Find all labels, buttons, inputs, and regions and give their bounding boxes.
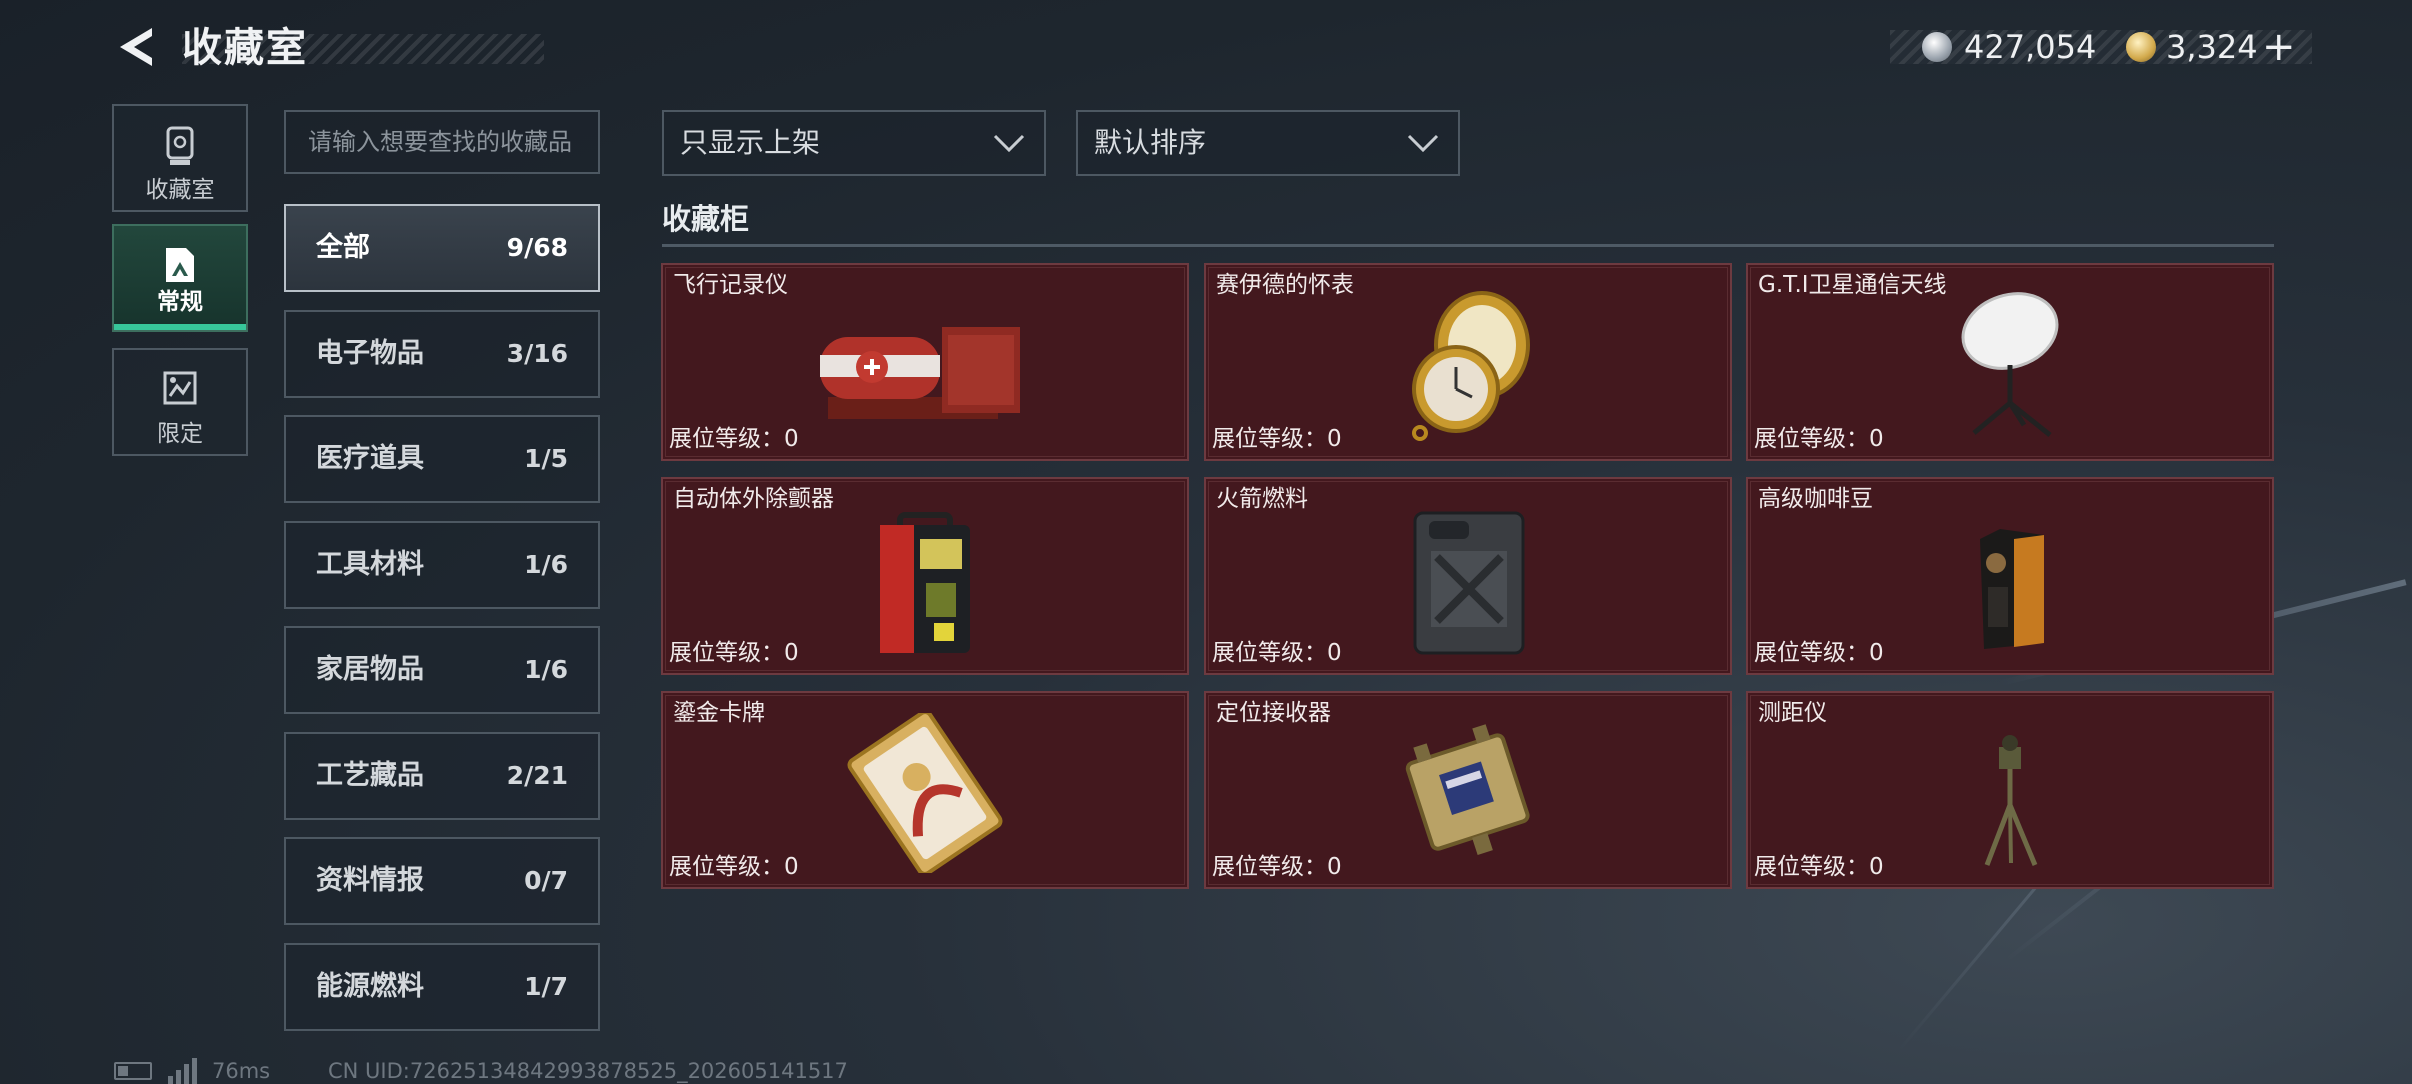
category-all[interactable]: 全部 9/68 bbox=[284, 204, 600, 292]
silver-currency-amount: 427,054 bbox=[1964, 28, 2097, 66]
sort-dropdown[interactable]: 默认排序 bbox=[1076, 110, 1460, 176]
display-level: 展位等级：0 bbox=[669, 640, 799, 666]
category-count: 1/7 bbox=[524, 972, 568, 1001]
display-level: 展位等级：0 bbox=[669, 426, 799, 452]
item-name: 测距仪 bbox=[1758, 700, 1827, 726]
category-name: 家居物品 bbox=[316, 654, 424, 685]
item-name: 飞行记录仪 bbox=[673, 272, 788, 298]
item-card[interactable]: 高级咖啡豆 展位等级：0 bbox=[1746, 477, 2274, 675]
fuel-can-icon bbox=[1413, 511, 1525, 655]
dropdown-value: 只显示上架 bbox=[680, 126, 821, 159]
display-level: 展位等级：0 bbox=[1754, 640, 1884, 666]
category-household[interactable]: 家居物品 1/6 bbox=[284, 626, 600, 714]
category-count: 0/7 bbox=[524, 866, 568, 895]
shelf-filter-dropdown[interactable]: 只显示上架 bbox=[662, 110, 1046, 176]
category-medical[interactable]: 医疗道具 1/5 bbox=[284, 415, 600, 503]
category-count: 1/5 bbox=[524, 444, 568, 473]
active-indicator bbox=[114, 324, 246, 330]
trophy-icon bbox=[166, 126, 194, 165]
category-name: 工艺藏品 bbox=[316, 760, 424, 791]
display-level: 展位等级：0 bbox=[1212, 640, 1342, 666]
item-name: 高级咖啡豆 bbox=[1758, 486, 1873, 512]
image-card-icon bbox=[166, 248, 194, 282]
item-card[interactable]: 飞行记录仪 展位等级：0 bbox=[661, 263, 1189, 461]
display-level: 展位等级：0 bbox=[1212, 426, 1342, 452]
item-card[interactable]: 测距仪 展位等级：0 bbox=[1746, 691, 2274, 889]
nav-limited[interactable]: 限定 bbox=[112, 348, 248, 456]
item-name: G.T.I卫星通信天线 bbox=[1758, 272, 1947, 298]
gps-receiver-icon bbox=[1405, 724, 1530, 856]
ping-readout: 76ms bbox=[212, 1059, 271, 1083]
gold-card-icon bbox=[847, 713, 1003, 873]
dropdown-value: 默认排序 bbox=[1094, 126, 1207, 159]
nav-label: 常规 bbox=[157, 289, 203, 315]
nav-label: 收藏室 bbox=[145, 177, 215, 203]
item-name: 赛伊德的怀表 bbox=[1216, 272, 1354, 298]
category-name: 能源燃料 bbox=[316, 971, 424, 1002]
silver-coin-icon bbox=[1922, 32, 1952, 62]
defibrillator-icon bbox=[880, 512, 970, 653]
item-card[interactable]: 自动体外除颤器 展位等级：0 bbox=[661, 477, 1189, 675]
category-electronics[interactable]: 电子物品 3/16 bbox=[284, 310, 600, 398]
category-tools[interactable]: 工具材料 1/6 bbox=[284, 521, 600, 609]
category-name: 医疗道具 bbox=[316, 443, 424, 474]
category-name: 工具材料 bbox=[316, 549, 424, 580]
flight-recorder-icon bbox=[820, 327, 1020, 419]
rangefinder-tripod-icon bbox=[1984, 735, 2038, 866]
item-name: 火箭燃料 bbox=[1216, 486, 1308, 512]
limited-card-icon bbox=[163, 371, 197, 405]
category-intel[interactable]: 资料情报 0/7 bbox=[284, 837, 600, 925]
coffee-bag-icon bbox=[1980, 529, 2044, 649]
search-input[interactable] bbox=[284, 110, 600, 174]
item-card[interactable]: G.T.I卫星通信天线 展位等级：0 bbox=[1746, 263, 2274, 461]
satellite-dish-icon bbox=[1961, 292, 2059, 437]
item-card[interactable]: 定位接收器 展位等级：0 bbox=[1204, 691, 1732, 889]
display-level: 展位等级：0 bbox=[1212, 854, 1342, 880]
section-title: 收藏柜 bbox=[662, 202, 750, 236]
display-level: 展位等级：0 bbox=[669, 854, 799, 880]
section-divider bbox=[662, 244, 2274, 247]
category-name: 电子物品 bbox=[316, 338, 424, 369]
display-level: 展位等级：0 bbox=[1754, 854, 1884, 880]
category-name: 资料情报 bbox=[316, 865, 424, 896]
chevron-down-icon bbox=[993, 134, 1025, 153]
category-count: 2/21 bbox=[506, 761, 568, 790]
category-count: 9/68 bbox=[506, 233, 568, 262]
item-card[interactable]: 赛伊德的怀表 展位等级：0 bbox=[1204, 263, 1732, 461]
item-card[interactable]: 鎏金卡牌 展位等级：0 bbox=[661, 691, 1189, 889]
pocket-watch-icon bbox=[1412, 291, 1530, 441]
back-arrow-icon bbox=[120, 28, 152, 66]
category-name: 全部 bbox=[316, 232, 370, 263]
category-count: 1/6 bbox=[524, 550, 568, 579]
back-button[interactable] bbox=[112, 22, 162, 72]
page-title: 收藏室 bbox=[182, 25, 308, 71]
category-count: 3/16 bbox=[506, 339, 568, 368]
nav-label: 限定 bbox=[157, 421, 203, 447]
category-count: 1/6 bbox=[524, 655, 568, 684]
gold-coin-icon bbox=[2126, 32, 2156, 62]
item-name: 鎏金卡牌 bbox=[673, 700, 765, 726]
item-card[interactable]: 火箭燃料 展位等级：0 bbox=[1204, 477, 1732, 675]
add-currency-button[interactable]: + bbox=[2262, 22, 2296, 72]
item-name: 自动体外除颤器 bbox=[673, 486, 834, 512]
nav-normal[interactable]: 常规 bbox=[112, 224, 248, 332]
display-level: 展位等级：0 bbox=[1754, 426, 1884, 452]
category-crafts[interactable]: 工艺藏品 2/21 bbox=[284, 732, 600, 820]
gold-currency-amount: 3,324 bbox=[2166, 28, 2258, 66]
chevron-down-icon bbox=[1407, 134, 1439, 153]
item-name: 定位接收器 bbox=[1216, 700, 1331, 726]
battery-icon bbox=[114, 1062, 152, 1080]
nav-collection-room[interactable]: 收藏室 bbox=[112, 104, 248, 212]
uid-readout: CN UID:7262513484299387852​5_20260514151… bbox=[328, 1059, 848, 1083]
category-energy[interactable]: 能源燃料 1/7 bbox=[284, 943, 600, 1031]
signal-icon bbox=[168, 1058, 197, 1084]
